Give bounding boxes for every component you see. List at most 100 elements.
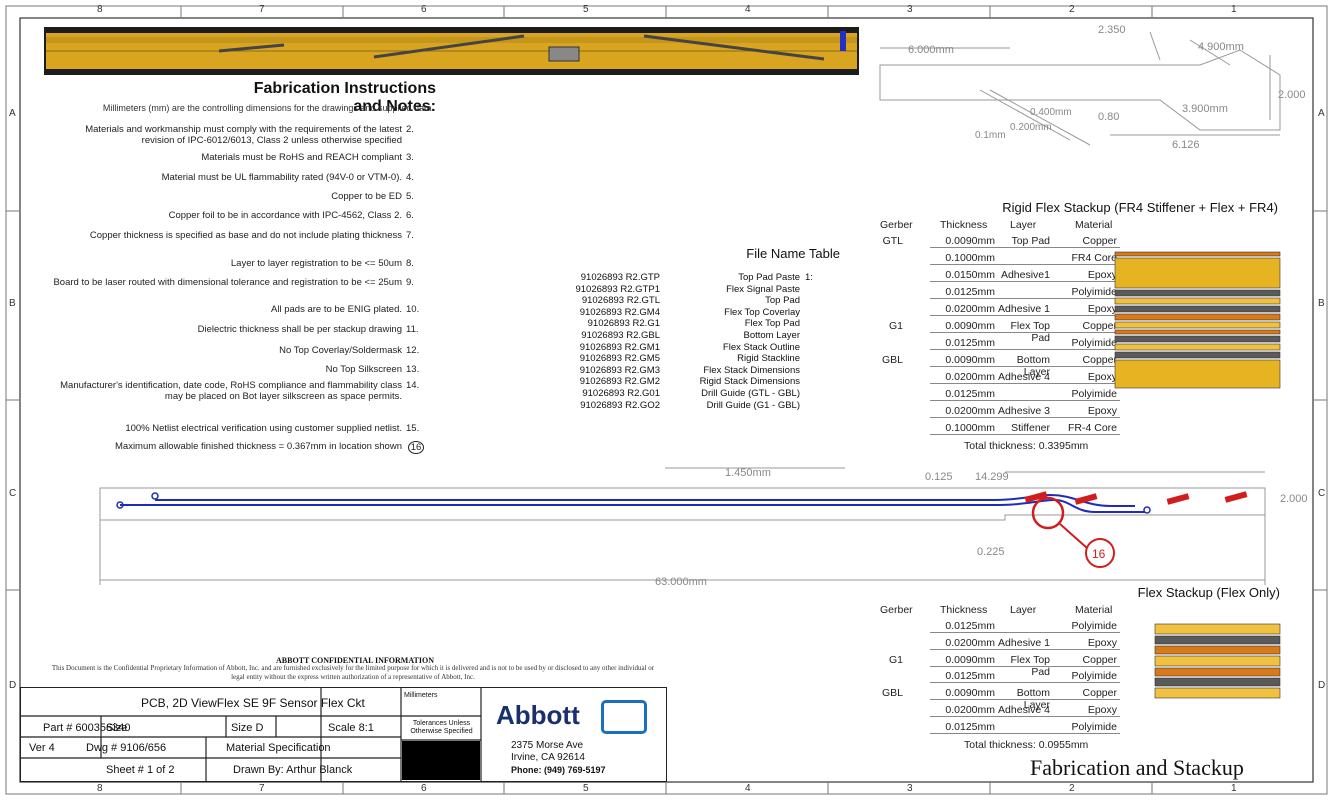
stack-layer-pi bbox=[1114, 297, 1281, 305]
stack-row-rule bbox=[930, 632, 1120, 633]
tb-size-value: Size D bbox=[231, 722, 264, 734]
title-block: PCB, 2D ViewFlex SE 9F Sensor Flex Ckt P… bbox=[20, 687, 667, 782]
tb-scale: Scale 8:1 bbox=[328, 722, 374, 734]
note-item: Copper foil to be in accordance with IPC… bbox=[52, 210, 414, 221]
note-text: Maximum allowable finished thickness = 0… bbox=[115, 441, 402, 452]
stack-row-rule bbox=[930, 366, 1120, 367]
note-item: Materials and workmanship must comply wi… bbox=[52, 124, 414, 146]
stack-layer: Adhesive 1 bbox=[998, 303, 1050, 315]
note-text: Dielectric thickness shall be per stacku… bbox=[197, 324, 402, 335]
rigid-stack-total: Total thickness: 0.3395mm bbox=[964, 440, 1089, 452]
file-table-layername: Rigid Stack Dimensions bbox=[699, 376, 800, 388]
stack-layer-pi bbox=[1154, 655, 1281, 667]
stack-col-header: Thickness bbox=[940, 219, 988, 231]
board-3d-render bbox=[44, 27, 859, 75]
stack-layer-adh bbox=[1154, 635, 1281, 645]
stack-material: Epoxy bbox=[1087, 303, 1117, 315]
zone-col-label: 7 bbox=[259, 783, 265, 794]
sheet-title: Fabrication and Stackup bbox=[1030, 755, 1244, 780]
note-item: Material must be UL flammability rated (… bbox=[52, 172, 414, 183]
zone-col-label: 4 bbox=[745, 783, 751, 794]
tb-ver: Ver 4 bbox=[29, 742, 55, 754]
file-table-layername: Top Pad bbox=[765, 295, 800, 307]
dim-label: 0.1mm bbox=[975, 130, 1006, 141]
stack-row-rule bbox=[930, 648, 1120, 650]
tb-size: Size bbox=[106, 722, 128, 734]
file-table-layername: Flex Stack Dimensions bbox=[703, 364, 800, 376]
zone-row-label: D bbox=[9, 680, 17, 691]
dim-label: 0.400mm bbox=[1030, 107, 1072, 118]
stack-col-header: Gerber bbox=[880, 219, 913, 231]
stack-gerber: GBL bbox=[881, 687, 903, 700]
zone-col-label: 6 bbox=[421, 783, 427, 794]
flex-stack-diagram bbox=[1154, 623, 1281, 699]
file-table-filename: 91026893 R2.GTP bbox=[580, 272, 660, 283]
zone-row-label: A bbox=[1318, 108, 1325, 119]
note-number: 6. bbox=[406, 210, 414, 221]
note-item: Copper to be ED 5. bbox=[52, 191, 414, 202]
tb-phone: Phone: (949) 769-5197 bbox=[511, 765, 606, 775]
note-item: Board to be laser routed with dimensiona… bbox=[52, 277, 413, 288]
stack-row-rule bbox=[930, 665, 1120, 667]
note-number: 2. bbox=[406, 124, 414, 135]
file-table-layername: Flex Stack Outline bbox=[722, 341, 800, 353]
stack-material: Copper bbox=[1082, 354, 1117, 366]
file-table-filename: 91026893 R2.G1 bbox=[587, 318, 660, 330]
tb-spec: Material Specification bbox=[226, 742, 331, 754]
callout-16-label: 16 bbox=[1092, 547, 1106, 561]
zone-col-label: 7 bbox=[259, 4, 265, 15]
tb-title: PCB, 2D ViewFlex SE 9F Sensor Flex Ckt bbox=[141, 696, 365, 710]
dim-label: 0.200mm bbox=[1010, 122, 1052, 133]
note-text: Board to be laser routed with dimensiona… bbox=[53, 277, 402, 288]
stack-material: Copper bbox=[1082, 687, 1117, 700]
stack-layer-pi bbox=[1154, 623, 1281, 635]
stack-layer-adh bbox=[1114, 335, 1281, 343]
stack-layer-adh bbox=[1154, 677, 1281, 687]
stack-thickness: 0.0200mm bbox=[945, 704, 995, 716]
stack-material: FR4 Core bbox=[1071, 252, 1117, 264]
stack-col-header: Material bbox=[1075, 219, 1113, 231]
confidential-text: This Document is the Confidential Propri… bbox=[51, 664, 655, 681]
dim-label: 6.000mm bbox=[908, 44, 954, 56]
stack-col-header: Thickness bbox=[940, 604, 988, 616]
tb-dwg: Dwg # 9106/656 bbox=[86, 742, 167, 754]
stack-layer-fr4 bbox=[1114, 257, 1281, 289]
file-table-filename: 91026893 R2.GM4 bbox=[579, 306, 660, 318]
stack-thickness: 0.0125mm bbox=[945, 720, 995, 733]
note-number: 16 bbox=[408, 441, 424, 454]
stack-layer: Adhesive 3 bbox=[998, 405, 1050, 417]
note-item: Manufacturer's identification, date code… bbox=[52, 380, 419, 402]
stack-thickness: 0.1000mm bbox=[945, 422, 995, 434]
note-text: Materials and workmanship must comply wi… bbox=[85, 124, 402, 146]
zone-row-label: C bbox=[1318, 488, 1326, 499]
stack-material: Epoxy bbox=[1087, 636, 1117, 649]
stack-thickness: 0.0125mm bbox=[945, 620, 995, 632]
zone-col-label: 4 bbox=[745, 4, 751, 15]
note-number: 4. bbox=[406, 172, 414, 183]
dim-label: 14.299 bbox=[975, 471, 1009, 483]
stack-col-header: Material bbox=[1075, 604, 1113, 616]
stack-row-rule bbox=[930, 417, 1120, 418]
file-table-layername: Rigid Stackline bbox=[737, 353, 800, 365]
stack-thickness: 0.0090mm bbox=[945, 653, 995, 666]
stack-material: Copper bbox=[1082, 235, 1117, 247]
dim-label: 63.000mm bbox=[655, 576, 707, 588]
stack-thickness: 0.0090mm bbox=[945, 235, 995, 247]
note-text: Manufacturer's identification, date code… bbox=[60, 380, 402, 402]
stack-row-rule bbox=[930, 298, 1120, 299]
note-number: 15. bbox=[406, 423, 420, 434]
stack-thickness: 0.0200mm bbox=[945, 405, 995, 417]
stack-thickness: 0.0090mm bbox=[945, 354, 995, 366]
note-number: 12. bbox=[406, 345, 420, 356]
drawing-sheet: 8 7 6 5 4 3 2 1 8 7 6 5 4 3 2 1 A B C D … bbox=[0, 0, 1333, 800]
stack-col-header: Layer bbox=[1010, 219, 1037, 231]
stack-thickness: 0.0125mm bbox=[945, 337, 995, 349]
stack-layer-cu bbox=[1114, 329, 1281, 335]
stack-layer-adh bbox=[1114, 351, 1281, 359]
stack-layer: Top Pad bbox=[1011, 235, 1050, 247]
file-table-layername: Flex Top Pad bbox=[744, 318, 800, 330]
stack-row-rule bbox=[930, 383, 1120, 384]
note-number: 7. bbox=[406, 230, 414, 241]
tb-drawn: Drawn By: Arthur Blanck bbox=[233, 764, 353, 776]
stack-row-rule bbox=[930, 434, 1120, 435]
